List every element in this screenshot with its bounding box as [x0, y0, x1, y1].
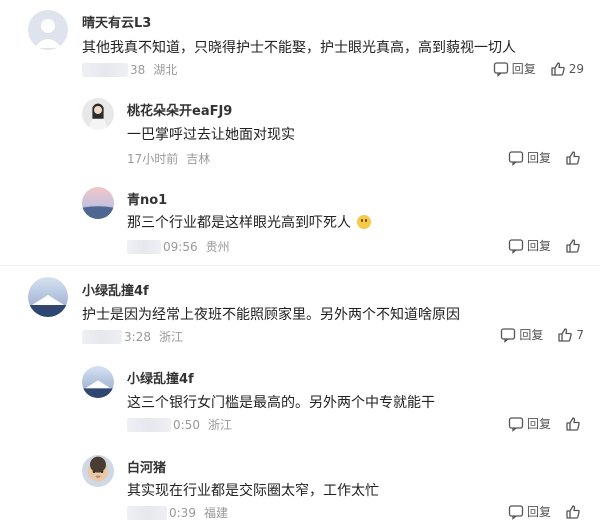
time: 38: [130, 62, 146, 77]
reply-label: 回复: [511, 62, 536, 76]
like-button[interactable]: [565, 416, 584, 432]
smile-emoji-icon: [357, 215, 372, 229]
reply-icon: [508, 504, 524, 520]
comment-meta: 17小时前 吉林: [127, 150, 210, 167]
comment-meta: 09:56 贵州: [127, 238, 230, 255]
blurred-time: [127, 417, 171, 432]
reply-button[interactable]: 回复: [508, 149, 551, 166]
reply-button[interactable]: 回复: [493, 60, 536, 77]
reply-label: 回复: [526, 151, 551, 165]
comment-text-body: 那三个行业都是这样眼光高到吓死人: [127, 215, 351, 231]
reply-icon: [493, 61, 508, 77]
comment-meta: 0:39 福建: [127, 504, 228, 521]
like-button[interactable]: 29: [550, 61, 584, 77]
avatar[interactable]: [82, 187, 114, 219]
username[interactable]: 桃花朵朵开eaFJ9: [127, 100, 232, 119]
location: 福建: [203, 506, 228, 520]
time: 09:56: [163, 239, 198, 254]
reply-icon: [508, 416, 524, 432]
blurred-time: [127, 505, 167, 520]
avatar[interactable]: [82, 455, 114, 487]
comment-meta: 3:28 浙江: [82, 328, 183, 345]
comment-text: 一巴掌呼过去让她面对现实: [127, 127, 295, 143]
like-count: 29: [568, 61, 584, 76]
location: 湖北: [153, 63, 178, 77]
reply-label: 回复: [526, 417, 551, 431]
blurred-time: [127, 239, 161, 254]
comment-actions: 回复 7: [486, 326, 584, 343]
reply-icon: [508, 150, 524, 166]
time: 3:28: [124, 329, 151, 344]
reply-button[interactable]: 回复: [508, 415, 551, 432]
comment-text: 其实现在行业都是交际圈太窄，工作太忙: [127, 483, 379, 499]
location: 贵州: [205, 240, 230, 254]
avatar[interactable]: [82, 366, 114, 398]
time: 0:50: [173, 417, 200, 432]
comment-actions: 回复: [494, 503, 584, 520]
thumbs-up-icon: [566, 150, 580, 165]
thumbs-up-icon: [566, 416, 580, 431]
reply-button[interactable]: 回复: [508, 503, 551, 520]
comment-text: 这三个银行女门槛是最高的。另外两个中专就能干: [127, 395, 435, 411]
reply-button[interactable]: 回复: [500, 326, 543, 343]
like-button[interactable]: [565, 504, 584, 520]
reply-label: 回复: [519, 328, 544, 342]
comment-actions: 回复 29: [479, 60, 584, 77]
thumbs-up-icon: [558, 327, 573, 342]
comment-meta: 0:50 浙江: [127, 416, 232, 433]
blurred-time: [82, 329, 122, 344]
comment-actions: 回复: [494, 149, 584, 166]
time: 0:39: [169, 505, 196, 520]
location: 浙江: [207, 418, 232, 432]
username[interactable]: 青no1: [127, 189, 167, 208]
username[interactable]: 晴天有云L3: [82, 12, 151, 31]
divider: [0, 265, 600, 266]
avatar[interactable]: [82, 98, 114, 130]
username[interactable]: 小绿乱撞4f: [127, 368, 194, 387]
reply-button[interactable]: 回复: [508, 237, 551, 254]
comment-actions: 回复: [494, 415, 584, 432]
comment-text: 护士是因为经常上夜班不能照顾家里。另外两个不知道啥原因: [82, 307, 460, 323]
username[interactable]: 白河猪: [127, 457, 166, 476]
like-button[interactable]: 7: [557, 327, 584, 343]
comment-text: 那三个行业都是这样眼光高到吓死人: [127, 212, 372, 232]
thumbs-up-icon: [551, 61, 565, 76]
like-count: 7: [576, 327, 584, 342]
username[interactable]: 小绿乱撞4f: [82, 280, 149, 299]
avatar[interactable]: [28, 10, 68, 50]
avatar[interactable]: [28, 277, 68, 317]
thumbs-up-icon: [566, 504, 580, 519]
thumbs-up-icon: [566, 238, 580, 253]
location: 吉林: [186, 152, 211, 166]
comment-actions: 回复: [494, 237, 584, 254]
reply-label: 回复: [526, 505, 551, 519]
time: 17小时前: [127, 152, 179, 166]
blurred-time: [82, 62, 128, 77]
reply-icon: [501, 327, 516, 343]
like-button[interactable]: [565, 150, 584, 166]
location: 浙江: [158, 330, 183, 344]
reply-icon: [508, 238, 524, 254]
comment-text: 其他我真不知道，只晓得护士不能娶，护士眼光真高，高到藐视一切人: [82, 40, 516, 56]
like-button[interactable]: [565, 238, 584, 254]
reply-label: 回复: [526, 239, 551, 253]
comment-meta: 38 湖北: [82, 61, 177, 78]
